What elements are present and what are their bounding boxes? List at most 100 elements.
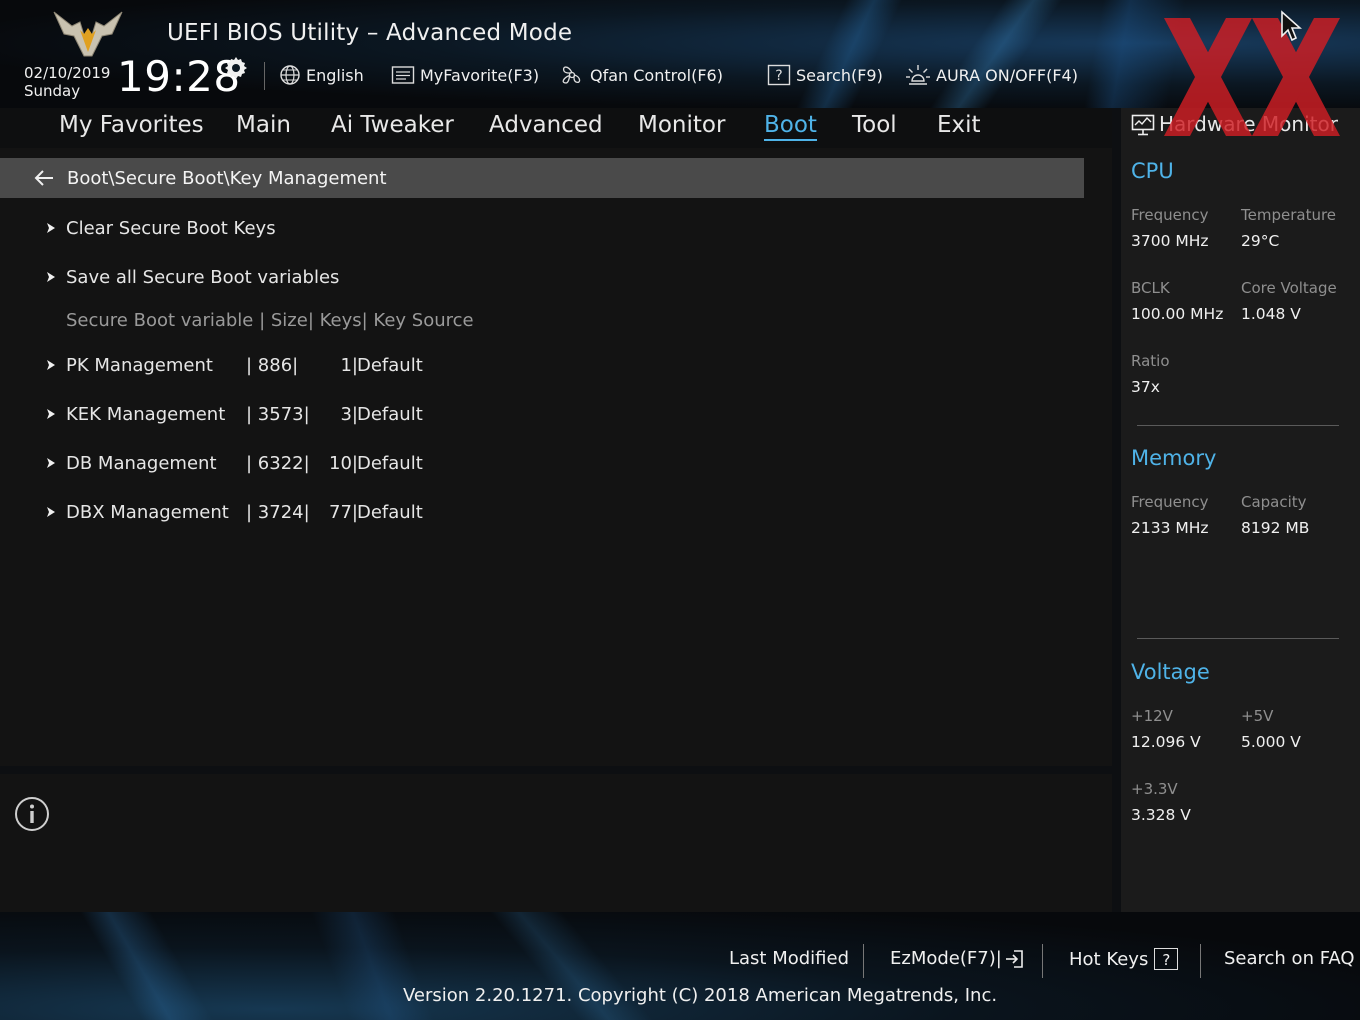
aura-toggle-button[interactable]: AURA ON/OFF(F4)	[905, 62, 1078, 88]
chevron-right-icon	[47, 272, 55, 282]
memory-frequency-value: 2133 MHz	[1131, 519, 1209, 537]
cpu-section-title: CPU	[1131, 159, 1174, 183]
v33-value: 3.328 V	[1131, 806, 1191, 824]
tab-ai-tweaker[interactable]: Ai Tweaker	[331, 112, 454, 138]
v5-label: +5V	[1241, 707, 1274, 725]
tab-my-favorites[interactable]: My Favorites	[59, 112, 204, 138]
chevron-right-icon	[47, 223, 55, 233]
cpu-frequency-label: Frequency	[1131, 206, 1209, 224]
key-source: Default	[357, 452, 423, 474]
ratio-value: 37x	[1131, 378, 1160, 396]
date-text: 02/10/2019	[24, 64, 111, 82]
help-info-panel	[0, 774, 1112, 912]
aura-label: AURA ON/OFF(F4)	[936, 65, 1078, 85]
language-button[interactable]: English	[279, 62, 364, 88]
language-label: English	[306, 65, 364, 85]
aura-light-icon	[906, 65, 930, 85]
globe-icon	[280, 65, 300, 85]
date-display: 02/10/2019 Sunday	[24, 64, 110, 100]
app-title: UEFI BIOS Utility – Advanced Mode	[167, 20, 573, 46]
v33-label: +3.3V	[1131, 780, 1178, 798]
memory-capacity-label: Capacity	[1241, 493, 1307, 511]
gear-icon[interactable]	[224, 56, 248, 80]
version-copyright: Version 2.20.1271. Copyright (C) 2018 Am…	[403, 985, 998, 1006]
key-count: 10|	[329, 452, 358, 474]
ezmode-button[interactable]: EzMode(F7)|	[890, 948, 1024, 969]
key-count: 3|	[340, 403, 358, 425]
tab-monitor[interactable]: Monitor	[638, 112, 725, 138]
back-arrow-icon[interactable]	[33, 169, 55, 187]
monitor-icon	[1131, 114, 1155, 136]
chevron-right-icon	[47, 507, 55, 517]
info-icon	[15, 797, 49, 831]
section-divider	[1137, 425, 1339, 426]
help-search-icon: ?	[767, 64, 791, 86]
tab-tool[interactable]: Tool	[852, 112, 897, 138]
memory-capacity-value: 8192 MB	[1241, 519, 1310, 537]
v5-value: 5.000 V	[1241, 733, 1301, 751]
core-voltage-value: 1.048 V	[1241, 305, 1301, 323]
footer-bar: Last Modified EzMode(F7)| Hot Keys ? Sea…	[0, 912, 1360, 1020]
tab-main[interactable]: Main	[236, 112, 291, 138]
chevron-right-icon	[47, 360, 55, 370]
voltage-section-title: Voltage	[1131, 660, 1210, 684]
search-button[interactable]: ? Search(F9)	[767, 62, 883, 88]
key-label: DB Management	[66, 452, 217, 474]
key-size: | 886|	[246, 354, 299, 376]
cpu-temperature-label: Temperature	[1241, 206, 1337, 224]
fan-icon	[562, 66, 581, 84]
key-label: DBX Management	[66, 501, 229, 523]
hot-keys-button[interactable]: Hot Keys ?	[1069, 948, 1179, 970]
chevron-right-icon	[47, 409, 55, 419]
watermark-logo	[1164, 18, 1340, 136]
key-count: 1|	[340, 354, 358, 376]
tab-exit[interactable]: Exit	[937, 112, 981, 138]
key-source: Default	[357, 403, 423, 425]
memory-frequency-label: Frequency	[1131, 493, 1209, 511]
hot-keys-label: Hot Keys	[1069, 948, 1149, 970]
tab-boot[interactable]: Boot	[764, 112, 817, 141]
ratio-label: Ratio	[1131, 352, 1170, 370]
key-size: | 3724|	[246, 501, 310, 523]
help-key-icon: ?	[1154, 948, 1179, 970]
last-modified-button[interactable]: Last Modified	[729, 948, 849, 969]
favorite-list-icon	[391, 66, 415, 84]
qfan-label: Qfan Control(F6)	[590, 65, 723, 85]
key-source: Default	[357, 354, 423, 376]
search-faq-button[interactable]: Search on FAQ	[1224, 948, 1355, 969]
breadcrumb-path: Boot\Secure Boot\Key Management	[67, 167, 387, 189]
main-content: Boot\Secure Boot\Key Management Clear Se…	[0, 148, 1112, 766]
footer-divider	[1200, 944, 1201, 978]
ezmode-label: EzMode(F7)|	[890, 948, 1002, 969]
qfan-control-button[interactable]: Qfan Control(F6)	[559, 62, 723, 88]
cpu-frequency-value: 3700 MHz	[1131, 232, 1209, 250]
bclk-label: BCLK	[1131, 279, 1170, 297]
section-divider	[1137, 638, 1339, 639]
key-label: KEK Management	[66, 403, 226, 425]
key-label: PK Management	[66, 354, 213, 376]
mouse-cursor-icon	[1281, 10, 1302, 42]
core-voltage-label: Core Voltage	[1241, 279, 1337, 297]
main-menu-bar: My Favorites Main Ai Tweaker Advanced Mo…	[0, 108, 1112, 148]
key-count: 77|	[329, 501, 358, 523]
item-label: Clear Secure Boot Keys	[66, 217, 276, 239]
v12-label: +12V	[1131, 707, 1173, 725]
memory-section-title: Memory	[1131, 446, 1217, 470]
hardware-monitor-panel: Hardware Monitor CPU Frequency Temperatu…	[1121, 108, 1360, 912]
svg-text:?: ?	[775, 68, 782, 84]
tuf-logo-icon	[53, 11, 123, 57]
tab-advanced[interactable]: Advanced	[489, 112, 603, 138]
key-table-header: Secure Boot variable | Size| Keys| Key S…	[66, 310, 474, 331]
cpu-temperature-value: 29°C	[1241, 232, 1280, 250]
v12-value: 12.096 V	[1131, 733, 1201, 751]
myfavorite-button[interactable]: MyFavorite(F3)	[391, 62, 539, 88]
footer-divider	[863, 944, 864, 978]
breadcrumb[interactable]: Boot\Secure Boot\Key Management	[0, 158, 1084, 198]
header-divider	[264, 62, 265, 90]
clock-time: 19:28	[117, 52, 241, 101]
myfavorite-label: MyFavorite(F3)	[420, 65, 540, 85]
exit-to-ezmode-icon	[1005, 949, 1023, 968]
bclk-value: 100.00 MHz	[1131, 305, 1224, 323]
search-label: Search(F9)	[796, 65, 883, 85]
key-source: Default	[357, 501, 423, 523]
